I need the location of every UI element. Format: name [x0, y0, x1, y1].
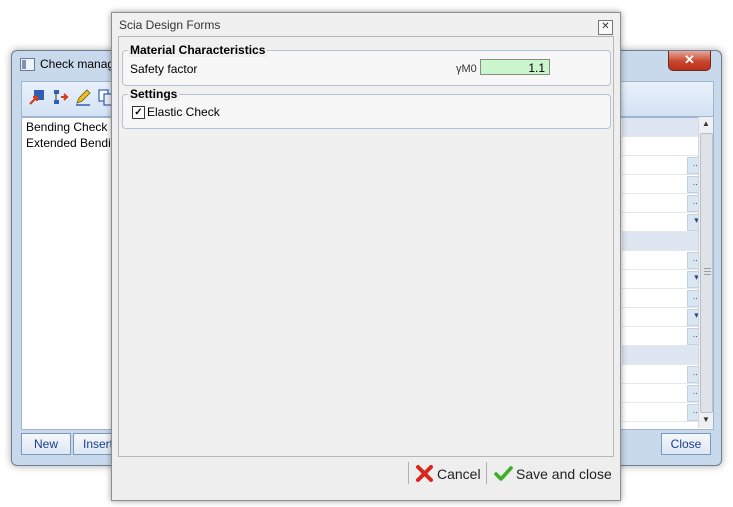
window-title: Check manag: [40, 57, 115, 71]
safety-factor-input[interactable]: 1.1: [480, 59, 550, 75]
insert-row-icon[interactable]: [51, 88, 69, 106]
grid-row: ...: [622, 384, 706, 403]
grid-row: ...: [622, 156, 706, 175]
grid-section-row: [622, 232, 706, 251]
dialog-titlebar: Scia Design Forms ✕: [112, 13, 620, 37]
list-item-extended-bending[interactable]: Extended Bendin: [26, 136, 117, 150]
window-icon: [20, 58, 35, 71]
edit-pencil-icon[interactable]: [74, 88, 92, 106]
safety-factor-label: Safety factor: [130, 62, 198, 76]
elastic-check-checkbox[interactable]: ✓: [132, 106, 145, 119]
new-button[interactable]: New: [21, 433, 71, 455]
cancel-x-icon: [416, 465, 433, 482]
grid-row: ...: [622, 365, 706, 384]
grid-row: ...: [622, 251, 706, 270]
window-close-button[interactable]: ✕: [668, 51, 711, 71]
grid-row: ▾: [622, 213, 706, 232]
footer-separator: [486, 462, 487, 484]
grid-row: ...: [622, 194, 706, 213]
import-icon[interactable]: [28, 88, 46, 106]
save-checkmark-icon: [494, 466, 513, 481]
scrollbar-thumb[interactable]: — — —: [700, 133, 713, 413]
footer-separator: [408, 462, 409, 484]
grid-row: ...: [622, 327, 706, 346]
grid-row: ...: [622, 175, 706, 194]
grid-row: ▾: [622, 270, 706, 289]
grid-row: ...: [622, 289, 706, 308]
scia-design-forms-dialog: Scia Design Forms ✕ Material Characteris…: [111, 12, 621, 501]
elastic-check-label[interactable]: Elastic Check: [147, 105, 220, 119]
material-characteristics-legend: Material Characteristics: [128, 43, 268, 57]
save-and-close-label: Save and close: [516, 466, 612, 482]
grid-section-row: [622, 118, 706, 137]
checkmark-icon: ✓: [134, 107, 143, 118]
list-item-bending-check[interactable]: Bending Check: [26, 120, 107, 134]
cancel-label: Cancel: [437, 466, 481, 482]
scroll-down-arrow-icon[interactable]: ▼: [699, 413, 713, 427]
settings-legend: Settings: [128, 87, 180, 101]
gamma-m0-symbol: γM0: [456, 63, 477, 75]
cancel-button[interactable]: Cancel: [413, 463, 483, 485]
scroll-up-arrow-icon[interactable]: ▲: [699, 117, 713, 131]
grid-row: [622, 137, 706, 156]
dialog-title: Scia Design Forms: [119, 18, 221, 32]
grip-icon: — — —: [704, 265, 711, 278]
grid-section-row: [622, 346, 706, 365]
grid-row: ▾: [622, 308, 706, 327]
save-and-close-button[interactable]: Save and close: [492, 463, 612, 485]
grid-row: ...: [622, 403, 706, 422]
close-button[interactable]: Close: [661, 433, 711, 455]
dialog-close-button[interactable]: ✕: [598, 20, 613, 35]
vertical-scrollbar[interactable]: ▲ — — — ▼: [698, 117, 713, 428]
